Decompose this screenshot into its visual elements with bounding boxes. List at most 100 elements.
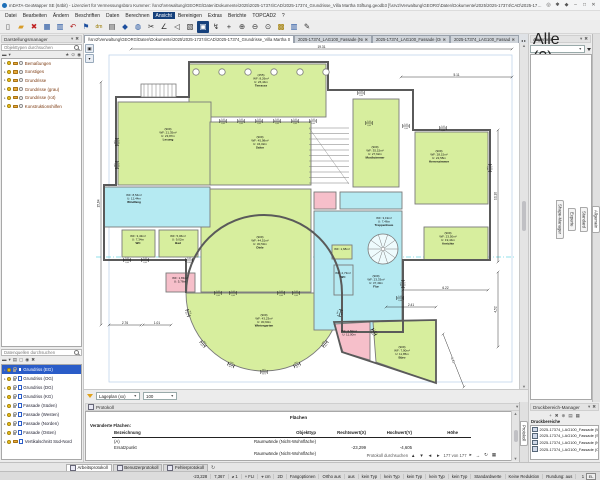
- close-tab-icon[interactable]: ✖: [512, 37, 515, 42]
- datasource-item-vertikalschnittsdnord[interactable]: ▸Vertikalschnitt Süd-Nord: [2, 437, 81, 446]
- datasource-item-fassadenorden[interactable]: ▸Fassade (Norden): [2, 419, 81, 428]
- delete-button[interactable]: ✖: [28, 21, 40, 33]
- visibility-bulb-icon[interactable]: [7, 368, 11, 372]
- menu-berechnen[interactable]: Berechnen: [122, 12, 152, 19]
- user-icon[interactable]: ◆: [562, 2, 571, 8]
- expand-icon[interactable]: ▸: [4, 368, 6, 372]
- menu-topcad2[interactable]: TOPCAD2: [249, 12, 279, 19]
- printarea-item[interactable]: 2025-17374_LAG100_Fassade (Süden): [531, 433, 598, 440]
- pin-icon[interactable]: ▾: [588, 404, 590, 410]
- scroll-up-icon[interactable]: ▲: [522, 43, 526, 48]
- close-icon[interactable]: ✖: [75, 36, 79, 42]
- side-tab-allgemein[interactable]: Allgemein: [592, 206, 600, 232]
- room-wc[interactable]: [334, 265, 353, 295]
- menu-ansicht[interactable]: Ansicht: [153, 12, 175, 19]
- filter-icon[interactable]: ▾: [9, 52, 11, 58]
- zoom-to-icon[interactable]: ⊕: [562, 413, 566, 419]
- step-forward-icon[interactable]: ▸: [469, 452, 473, 458]
- empty-icon[interactable]: ▢: [19, 357, 23, 363]
- page-next-icon[interactable]: ►: [435, 453, 441, 458]
- protokoll-side-tab[interactable]: Protokoll: [520, 421, 528, 445]
- log-tab-fehlerprotokoll[interactable]: Fehlerprotokoll: [163, 464, 208, 472]
- room-flur[interactable]: [314, 211, 402, 330]
- expand-icon[interactable]: ▸: [4, 386, 6, 390]
- expand-icon[interactable]: ▸: [4, 413, 6, 417]
- status-field[interactable]: kein Typ: [426, 474, 449, 479]
- menu-bereinigen[interactable]: Bereinigen: [175, 12, 205, 19]
- layer-item-sonstiges[interactable]: ▸Sonstiges: [2, 68, 81, 77]
- pin-icon[interactable]: ▾: [580, 36, 582, 42]
- layers-button[interactable]: ▩: [275, 21, 287, 33]
- globe-button[interactable]: ◍: [132, 21, 144, 33]
- menu-ndern[interactable]: Ändern: [50, 12, 72, 19]
- datasource-item-grundrisseg[interactable]: ▸Grundriss (EG): [2, 365, 81, 374]
- expand-icon[interactable]: ▸: [4, 104, 6, 108]
- close-tab-icon[interactable]: ✖: [365, 37, 368, 42]
- expand-icon[interactable]: ▾: [85, 54, 94, 63]
- flag-button[interactable]: ⚑: [80, 21, 92, 33]
- go-end-icon[interactable]: →: [475, 453, 481, 458]
- snap-button[interactable]: +: [223, 21, 235, 33]
- status-field[interactable]: 2D: [274, 474, 286, 479]
- menu-[interactable]: ?: [279, 12, 288, 19]
- image-button[interactable]: ▥: [288, 21, 300, 33]
- grid-icon[interactable]: ▦: [491, 452, 497, 458]
- datasource-item-grundrissog[interactable]: ▸Grundriss (OG): [2, 374, 81, 383]
- status-right-field[interactable]: 1: [582, 474, 584, 479]
- new-file-button[interactable]: ▯: [2, 21, 14, 33]
- layer-select[interactable]: Lageplan (xx)▼: [96, 392, 140, 400]
- visibility-bulb-icon[interactable]: [7, 413, 11, 417]
- dm-tool-button[interactable]: dm: [93, 21, 105, 33]
- visibility-bulb-icon[interactable]: [7, 440, 11, 444]
- minimize-button[interactable]: –: [571, 2, 580, 8]
- zoom-fit-button[interactable]: ⊙: [262, 21, 274, 33]
- layer-item-grundrisserot[interactable]: ▸Grundrisse (rot): [2, 93, 81, 102]
- menu-beschriften[interactable]: Beschriften: [72, 12, 103, 19]
- new-icon[interactable]: ▤: [13, 357, 17, 363]
- room-windfang[interactable]: [104, 187, 210, 227]
- scroll-thumb[interactable]: [514, 430, 518, 442]
- expand-icon[interactable]: ▸: [4, 440, 6, 444]
- status-field[interactable]: Rundung: aus: [543, 474, 576, 479]
- datasource-item-fassadewesten[interactable]: ▸Fassade (Westen): [2, 410, 81, 419]
- expand-icon[interactable]: ▸: [4, 96, 6, 100]
- room-unnamed[interactable]: [340, 192, 402, 209]
- scroll-up-icon[interactable]: ▲: [410, 453, 416, 458]
- close-icon[interactable]: ✖: [584, 36, 588, 42]
- datasource-search-input[interactable]: Datenquellen durchsuchen: [1, 349, 82, 356]
- page-prev-icon[interactable]: ◄: [427, 453, 433, 458]
- room-musikzimmer[interactable]: [353, 99, 399, 187]
- datasource-item-grundrisskg[interactable]: ▸Grundriss (KG): [2, 392, 81, 401]
- scroll-down-icon[interactable]: ▼: [514, 456, 518, 461]
- datasource-item-fassadeosten[interactable]: ▸Fassade (Osten): [2, 428, 81, 437]
- refresh-icon[interactable]: ↻: [483, 452, 489, 458]
- visibility-bulb-icon[interactable]: [7, 61, 11, 65]
- room-salon[interactable]: [210, 122, 311, 185]
- log-tab-arbeitsprotokoll[interactable]: Arbeitsprotokoll: [66, 464, 112, 472]
- close-button[interactable]: ✕: [589, 2, 598, 8]
- pan-button[interactable]: ◆: [119, 21, 131, 33]
- delete-icon[interactable]: ✖: [31, 357, 35, 363]
- status-field[interactable]: Ortho aus: [319, 474, 344, 479]
- save-as-button[interactable]: ▥: [54, 21, 66, 33]
- visibility-bulb-icon[interactable]: [7, 87, 11, 91]
- grid-view-icon[interactable]: ▦: [576, 413, 580, 419]
- document-tab-0[interactable]: \\srv2\Verwaltung\GEORG\Daten\Dokumente\…: [84, 35, 294, 43]
- menu-extras[interactable]: Extras: [205, 12, 225, 19]
- log-tab-benutzerprotokoll[interactable]: Benutzerprotokoll: [113, 464, 163, 472]
- room-lesung[interactable]: [118, 102, 211, 185]
- refresh-icon[interactable]: ◉: [25, 357, 29, 363]
- expand-icon[interactable]: ▸: [4, 377, 6, 381]
- pin-icon[interactable]: ▾: [71, 36, 73, 42]
- zoom-out-button[interactable]: ⊖: [249, 21, 261, 33]
- close-tab-icon[interactable]: ✖: [443, 37, 446, 42]
- layer-filter-icon[interactable]: [87, 394, 93, 398]
- favorite-icon[interactable]: ★: [65, 52, 69, 58]
- layer-item-konstruktionshilfen[interactable]: ▸Konstruktionshilfen: [2, 102, 81, 111]
- status-field[interactable]: ⌖ cm: [258, 474, 274, 479]
- zoom-in-button[interactable]: ⊕: [236, 21, 248, 33]
- edit-button[interactable]: ✎: [301, 21, 313, 33]
- document-tab-1[interactable]: 2025-17374_LAG100_Fassade (Nordwest)✖: [294, 35, 372, 43]
- status-field[interactable]: Keine Reduktion: [506, 474, 544, 479]
- visibility-bulb-icon[interactable]: [7, 386, 11, 390]
